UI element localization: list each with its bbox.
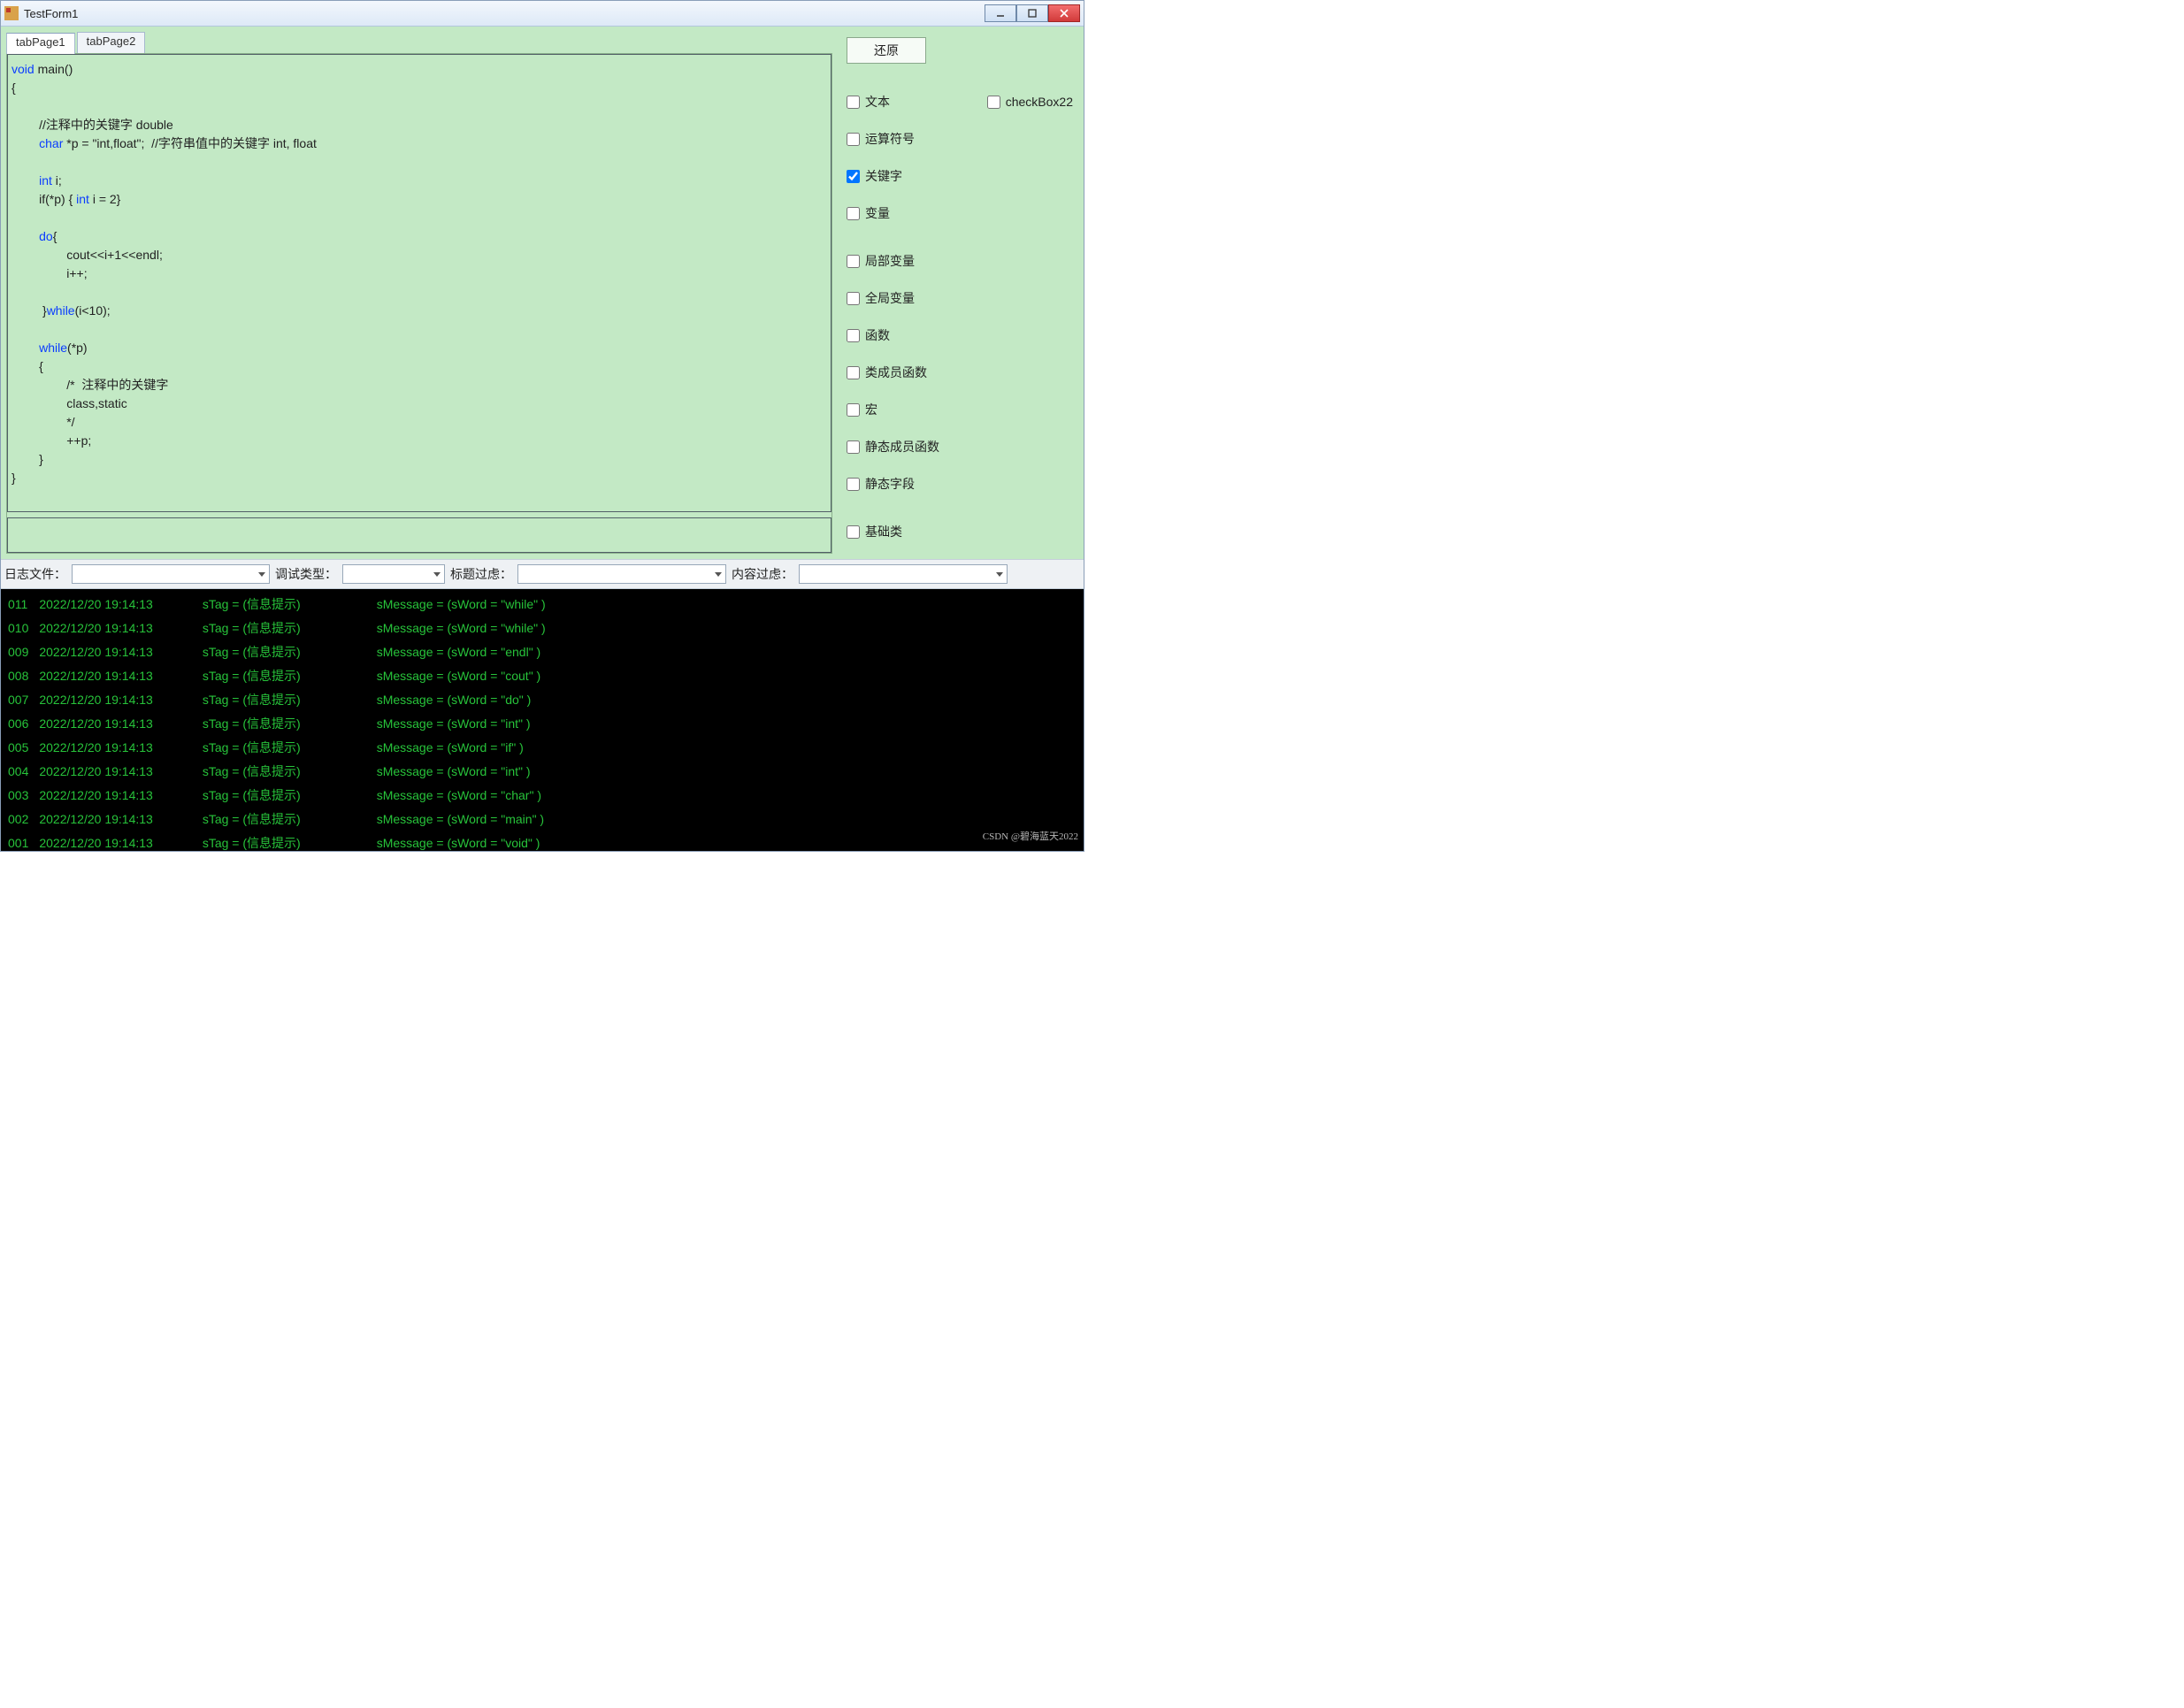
client-area: tabPage1tabPage2 void main(){ //注释中的关键字 … bbox=[1, 27, 1084, 851]
checkbox-局部变量[interactable]: 局部变量 bbox=[847, 252, 915, 270]
tab-strip: tabPage1tabPage2 bbox=[6, 32, 832, 53]
window-title: TestForm1 bbox=[24, 7, 78, 20]
titlefilter-label: 标题过虑： bbox=[450, 565, 512, 583]
checkbox-函数[interactable]: 函数 bbox=[847, 326, 890, 344]
titlebar[interactable]: TestForm1 bbox=[1, 1, 1084, 27]
log-row: 0062022/12/20 19:14:13sTag = (信息提示)sMess… bbox=[3, 712, 551, 736]
checkbox-基础类[interactable]: 基础类 bbox=[847, 523, 902, 540]
log-row: 0102022/12/20 19:14:13sTag = (信息提示)sMess… bbox=[3, 617, 551, 640]
right-panel: 还原 文本 checkBox22 运算符号关键字变量局部变量全局变量函数类成员函数宏… bbox=[841, 32, 1078, 554]
log-row: 0012022/12/20 19:14:13sTag = (信息提示)sMess… bbox=[3, 831, 551, 851]
upper-panel: tabPage1tabPage2 void main(){ //注释中的关键字 … bbox=[1, 27, 1084, 559]
checkbox-关键字[interactable]: 关键字 bbox=[847, 167, 902, 185]
log-row: 0022022/12/20 19:14:13sTag = (信息提示)sMess… bbox=[3, 808, 551, 831]
maximize-button[interactable] bbox=[1016, 4, 1048, 22]
checkbox-运算符号[interactable]: 运算符号 bbox=[847, 130, 915, 148]
checkbox-静态字段[interactable]: 静态字段 bbox=[847, 475, 915, 493]
log-row: 0092022/12/20 19:14:13sTag = (信息提示)sMess… bbox=[3, 640, 551, 664]
left-panel: tabPage1tabPage2 void main(){ //注释中的关键字 … bbox=[6, 32, 832, 554]
debugtype-combo[interactable] bbox=[342, 564, 445, 584]
checkbox-类成员函数[interactable]: 类成员函数 bbox=[847, 364, 927, 381]
debugtype-label: 调试类型： bbox=[275, 565, 337, 583]
titlefilter-combo[interactable] bbox=[517, 564, 726, 584]
watermark: CSDN @碧海蓝天2022 bbox=[983, 825, 1078, 849]
close-button[interactable] bbox=[1048, 4, 1080, 22]
log-row: 0112022/12/20 19:14:13sTag = (信息提示)sMess… bbox=[3, 593, 551, 617]
tab-tabPage1[interactable]: tabPage1 bbox=[6, 33, 75, 54]
logfile-label: 日志文件： bbox=[4, 565, 66, 583]
code-editor[interactable]: void main(){ //注释中的关键字 double char *p = … bbox=[7, 54, 831, 512]
minimize-button[interactable] bbox=[985, 4, 1016, 22]
log-row: 0082022/12/20 19:14:13sTag = (信息提示)sMess… bbox=[3, 664, 551, 688]
checkbox-静态成员函数[interactable]: 静态成员函数 bbox=[847, 438, 939, 456]
app-window: TestForm1 tabPage1tabPage2 void main(){ … bbox=[0, 0, 1084, 852]
log-row: 0072022/12/20 19:14:13sTag = (信息提示)sMess… bbox=[3, 688, 551, 712]
log-console[interactable]: 0112022/12/20 19:14:13sTag = (信息提示)sMess… bbox=[1, 589, 1084, 851]
checkbox-文本[interactable]: 文本 bbox=[847, 93, 890, 111]
log-row: 0032022/12/20 19:14:13sTag = (信息提示)sMess… bbox=[3, 784, 551, 808]
log-row: 0052022/12/20 19:14:13sTag = (信息提示)sMess… bbox=[3, 736, 551, 760]
filter-bar: 日志文件： 调试类型： 标题过虑： 内容过虑： bbox=[1, 559, 1084, 589]
contentfilter-combo[interactable] bbox=[799, 564, 1008, 584]
tab-tabPage2[interactable]: tabPage2 bbox=[77, 32, 146, 53]
restore-button[interactable]: 还原 bbox=[847, 37, 926, 64]
contentfilter-label: 内容过虑： bbox=[732, 565, 793, 583]
logfile-combo[interactable] bbox=[72, 564, 270, 584]
window-buttons bbox=[985, 4, 1080, 22]
checkbox-全局变量[interactable]: 全局变量 bbox=[847, 289, 915, 307]
checkbox-list: 文本 checkBox22 运算符号关键字变量局部变量全局变量函数类成员函数宏静态成… bbox=[841, 83, 1078, 550]
output-editor[interactable] bbox=[7, 517, 831, 553]
tab-content: void main(){ //注释中的关键字 double char *p = … bbox=[6, 53, 832, 554]
log-row: 0042022/12/20 19:14:13sTag = (信息提示)sMess… bbox=[3, 760, 551, 784]
checkbox-宏[interactable]: 宏 bbox=[847, 401, 877, 418]
checkbox-checkBox22[interactable]: checkBox22 bbox=[987, 95, 1073, 109]
app-icon bbox=[4, 6, 19, 20]
checkbox-变量[interactable]: 变量 bbox=[847, 204, 890, 222]
